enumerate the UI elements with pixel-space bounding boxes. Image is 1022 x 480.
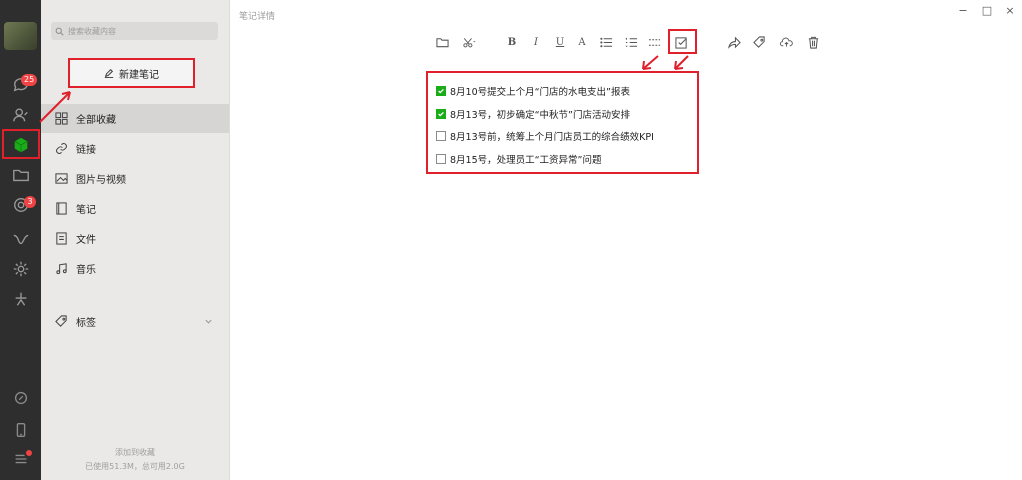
close-button[interactable]: × [1003, 4, 1017, 17]
sidebar-item-all[interactable]: 全部收藏 [41, 104, 229, 133]
window-title: 笔记详情 [239, 12, 276, 22]
image-icon [55, 173, 68, 184]
todo-text: 8月13号，初步确定“中秋节”门店活动安排 [450, 110, 630, 121]
mini-program-icon[interactable] [0, 224, 41, 254]
note-icon [56, 202, 67, 215]
settings-icon[interactable] [0, 254, 41, 284]
trash-icon[interactable] [805, 34, 821, 50]
folder-icon[interactable] [0, 160, 41, 190]
maximize-button[interactable]: □ [980, 4, 994, 17]
tag-icon [55, 315, 67, 327]
sidebar-item-label: 笔记 [76, 205, 96, 216]
favorites-sidebar: 搜索收藏内容 新建笔记 全部收藏 链接 图片与视频 笔记 文件 音乐 标签 添加… [41, 0, 229, 480]
wechat-favorites-window: 25 3 搜索收藏内容 新建笔记 全部收藏 链接 图片与视频 笔记 文件 音乐 … [0, 0, 1022, 480]
share-icon[interactable] [726, 34, 742, 50]
pen-icon [104, 68, 114, 78]
italic-button[interactable]: I [528, 34, 544, 50]
chevron-down-icon[interactable] [204, 317, 213, 326]
todo-text: 8月13号前，统筹上个月门店员工的综合绩效KPI [450, 132, 654, 143]
todo-item[interactable]: 8月13号，初步确定“中秋节”门店活动安排 [436, 107, 630, 121]
note-detail-pane: 笔记详情 − □ × B I U A 8月10号提交上个月“门店的水电支出”报表… [229, 0, 1022, 480]
screenshot-scissors-icon[interactable] [459, 34, 479, 50]
checkbox-checked[interactable] [436, 86, 446, 96]
todo-button-highlight-box [668, 29, 697, 54]
favorites-highlight-box [2, 129, 40, 159]
sidebar-item-files[interactable]: 文件 [41, 224, 229, 253]
link-icon[interactable] [0, 383, 41, 413]
todo-item[interactable]: 8月10号提交上个月“门店的水电支出”报表 [436, 84, 630, 98]
sidebar-item-label: 标签 [76, 318, 96, 329]
sidebar-item-images[interactable]: 图片与视频 [41, 164, 229, 193]
cloud-upload-icon[interactable] [777, 34, 795, 50]
divider-line-icon[interactable] [646, 34, 662, 50]
todo-text: 8月10号提交上个月“门店的水电支出”报表 [450, 87, 630, 98]
numbered-list-icon[interactable] [623, 34, 639, 50]
bold-button[interactable]: B [504, 34, 520, 50]
chat-badge: 25 [21, 74, 38, 86]
music-icon [56, 263, 67, 275]
checkbox-unchecked[interactable] [436, 154, 446, 164]
font-size-button[interactable]: A [574, 34, 590, 50]
sidebar-item-label: 图片与视频 [76, 175, 126, 186]
add-to-favorites-hint: 添加到收藏 [115, 448, 155, 457]
new-note-label: 新建笔记 [119, 69, 159, 81]
sidebar-item-label: 全部收藏 [76, 115, 116, 126]
checkbox-unchecked[interactable] [436, 131, 446, 141]
contacts-icon[interactable] [0, 100, 41, 130]
sidebar-item-tags[interactable]: 标签 [41, 307, 229, 336]
todo-item[interactable]: 8月13号前，统筹上个月门店员工的综合绩效KPI [436, 129, 654, 143]
search-icon [55, 27, 64, 36]
menu-icon[interactable] [0, 444, 41, 474]
sidebar-item-label: 链接 [76, 145, 96, 156]
bullet-list-icon[interactable] [598, 34, 614, 50]
star-icon[interactable] [0, 284, 41, 314]
sidebar-item-links[interactable]: 链接 [41, 134, 229, 163]
new-note-button[interactable]: 新建笔记 [68, 58, 195, 88]
sidebar-item-notes[interactable]: 笔记 [41, 194, 229, 223]
todo-item[interactable]: 8月15号，处理员工“工资异常”问题 [436, 152, 601, 166]
sidebar-item-label: 文件 [76, 235, 96, 246]
search-input[interactable]: 搜索收藏内容 [51, 22, 218, 40]
storage-usage: 已使用51.3M，总可用2.0G [85, 462, 185, 471]
avatar[interactable] [4, 22, 37, 50]
todo-text: 8月15号，处理员工“工资异常”问题 [450, 155, 602, 166]
grid-icon [55, 112, 68, 125]
file-icon [56, 232, 67, 245]
minimize-button[interactable]: − [956, 4, 970, 17]
open-folder-icon[interactable] [434, 34, 450, 50]
underline-button[interactable]: U [552, 34, 568, 50]
checkbox-checked[interactable] [436, 109, 446, 119]
menu-notification-dot [26, 450, 32, 456]
sidebar-item-label: 音乐 [76, 265, 96, 276]
left-icon-rail: 25 3 [0, 0, 41, 480]
settings-badge: 3 [24, 196, 36, 208]
sidebar-item-music[interactable]: 音乐 [41, 254, 229, 283]
phone-icon[interactable] [0, 415, 41, 445]
link-icon [56, 143, 67, 154]
search-placeholder: 搜索收藏内容 [68, 26, 116, 36]
tag-icon[interactable] [751, 34, 767, 50]
